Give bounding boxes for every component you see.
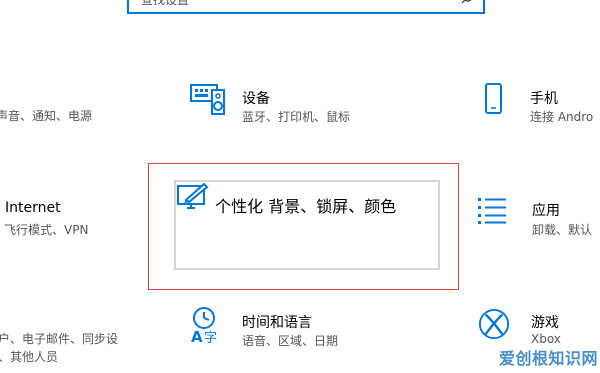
tile-personalization-title: 个性化	[215, 197, 264, 216]
tile-time-language-sub: 语音、区域、日期	[242, 334, 339, 348]
tile-time-language-title: 时间和语言	[242, 315, 312, 331]
tile-system-sub: 声音、通知、电源	[0, 109, 93, 123]
time-language-icon: A 字	[191, 307, 217, 344]
xbox-icon	[478, 308, 510, 340]
tile-devices[interactable]: 设备 蓝牙、打印机、鼠标	[188, 82, 388, 142]
tile-apps-sub: 卸载、默认	[532, 223, 593, 237]
tile-personalization[interactable]: 个性化 背景、锁屏、颜色	[174, 180, 440, 270]
svg-text:A: A	[191, 328, 203, 344]
tile-gaming-sub: Xbox	[531, 332, 561, 346]
svg-text:字: 字	[204, 331, 217, 344]
tile-system[interactable]: 声音、通知、电源	[0, 103, 120, 163]
tile-devices-title: 设备	[242, 91, 270, 107]
tile-network-sub: 飞行模式、VPN	[4, 223, 89, 237]
settings-home: 查找设置 声音、通知、电源 设备 蓝牙、打印机、鼠标 手机 连接 Andro I…	[0, 0, 600, 373]
tile-apps-title: 应用	[532, 203, 560, 219]
tile-phone-sub: 连接 Andro	[530, 110, 594, 124]
tile-devices-sub: 蓝牙、打印机、鼠标	[242, 110, 351, 124]
tile-apps[interactable]: 应用 卸载、默认	[476, 196, 600, 256]
phone-icon	[485, 83, 502, 114]
tile-network[interactable]: Internet 飞行模式、VPN	[0, 198, 120, 258]
tile-accounts-sub1: 户、电子邮件、同步设	[0, 332, 119, 346]
tile-personalization-sub: 背景、锁屏、颜色	[268, 197, 397, 216]
tile-gaming-title: 游戏	[531, 315, 559, 331]
apps-list-icon	[478, 198, 506, 224]
keyboard-speaker-icon	[190, 84, 225, 115]
tile-phone-title: 手机	[530, 91, 558, 107]
tile-time-language[interactable]: A 字 时间和语言 语音、区域、日期	[188, 306, 388, 366]
tile-phone[interactable]: 手机 连接 Andro	[478, 82, 600, 142]
watermark-text: 爱创根知识网	[498, 349, 598, 368]
search-input[interactable]: 查找设置	[127, 0, 485, 14]
tile-accounts[interactable]: 户、电子邮件、同步设 、其他人员	[0, 326, 140, 373]
tile-accounts-sub2: 、其他人员	[0, 350, 59, 364]
search-placeholder: 查找设置	[141, 0, 190, 7]
tile-network-title: Internet	[5, 200, 61, 216]
personalization-icon	[177, 182, 209, 209]
search-icon	[461, 0, 472, 4]
